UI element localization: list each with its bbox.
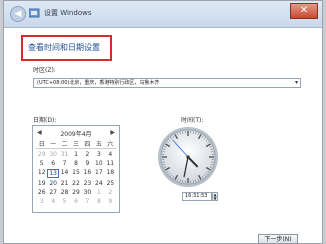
calendar-grid: 日一二三四五六 29 30 31 1 2 3 4 5 6 7 8 9 10 11 12 13 14 15 16 17 18… [36, 139, 116, 205]
calendar-day[interactable]: 1 [93, 189, 104, 196]
timezone-label: 时区(Z): [33, 67, 56, 74]
chevron-down-icon: ▾ [294, 79, 298, 86]
calendar-month[interactable]: 2009年4月 [33, 129, 119, 138]
time-label: 时间(T): [181, 117, 204, 124]
calendar-day[interactable]: 14 [59, 169, 70, 178]
calendar-day[interactable]: 21 [59, 180, 70, 187]
weekday-header: 六 [104, 139, 116, 149]
calendar-day[interactable]: 23 [82, 180, 93, 187]
calendar-day-selected[interactable]: 13 [47, 169, 59, 178]
weekday-header: 三 [70, 139, 82, 149]
window-title: 设置 Windows [44, 9, 92, 17]
calendar-day[interactable]: 25 [105, 180, 116, 187]
weekday-header: 二 [58, 139, 71, 149]
weekday-header: 四 [81, 139, 94, 149]
calendar-day[interactable]: 30 [82, 189, 93, 196]
timezone-value: (UTC+08:00)北京，重庆，香港特别行政区，乌鲁木齐 [37, 80, 160, 86]
calendar-day[interactable]: 28 [59, 189, 70, 196]
calendar-day[interactable]: 24 [93, 180, 104, 187]
calendar-day[interactable]: 15 [70, 169, 81, 178]
calendar-day[interactable]: 16 [82, 169, 93, 178]
time-input[interactable]: 16:31:53 [182, 192, 212, 201]
chevron-right-icon[interactable]: ▶ [110, 129, 115, 136]
calendar-day[interactable]: 8 [70, 160, 81, 167]
calendar-day[interactable]: 9 [105, 198, 116, 205]
calendar-day[interactable]: 5 [59, 198, 70, 205]
spin-arrows-icon[interactable]: ▲ ▼ [212, 192, 218, 201]
close-icon[interactable]: ✕ [290, 3, 318, 19]
calendar-day[interactable]: 29 [36, 151, 47, 158]
calendar-day[interactable]: 10 [93, 160, 104, 167]
timezone-select[interactable]: (UTC+08:00)北京，重庆，香港特别行政区，乌鲁木齐 ▾ [33, 78, 301, 88]
calendar-day[interactable]: 9 [82, 160, 93, 167]
calendar-day[interactable]: 17 [93, 169, 104, 178]
weekday-header: 五 [93, 139, 105, 149]
calendar-day[interactable]: 4 [105, 151, 116, 158]
weekday-header: 日 [36, 139, 48, 149]
calendar-day[interactable]: 1 [70, 151, 81, 158]
date-label: 日期(D): [33, 117, 57, 124]
calendar-day[interactable]: 3 [36, 198, 47, 205]
calendar-day[interactable]: 18 [105, 169, 116, 178]
calendar-day[interactable]: 29 [70, 189, 81, 196]
setup-window: ◀ 设置 Windows ✕ 查看时间和日期设置 时区(Z): (UTC+08:… [3, 0, 323, 244]
calendar-day[interactable]: 11 [105, 160, 116, 167]
calendar-day[interactable]: 7 [82, 198, 93, 205]
weekday-header: 一 [47, 139, 59, 149]
calendar-day[interactable]: 12 [36, 169, 47, 178]
calendar-day[interactable]: 26 [36, 189, 47, 196]
next-button[interactable]: 下一步(N) [258, 234, 298, 244]
calendar-day[interactable]: 2 [105, 189, 116, 196]
analog-clock-icon [158, 127, 218, 187]
calendar-day[interactable]: 3 [93, 151, 104, 158]
calendar-day[interactable]: 8 [93, 198, 104, 205]
calendar-day[interactable]: 27 [47, 189, 58, 196]
calendar-day[interactable]: 20 [47, 180, 58, 187]
calendar-day[interactable]: 22 [70, 180, 81, 187]
calendar-day[interactable]: 6 [70, 198, 81, 205]
date-calendar[interactable]: ◀ 2009年4月 ▶ 日一二三四五六 29 30 31 1 2 3 4 5 6 7 8 9 10 11 12… [32, 125, 120, 213]
calendar-day[interactable]: 7 [59, 160, 70, 167]
back-arrow-icon[interactable]: ◀ [10, 6, 26, 22]
calendar-day[interactable]: 6 [47, 160, 58, 167]
calendar-day[interactable]: 30 [47, 151, 58, 158]
title-bar: ◀ 设置 Windows ✕ [4, 1, 322, 28]
calendar-day[interactable]: 19 [36, 180, 47, 187]
calendar-day[interactable]: 5 [36, 160, 47, 167]
page-heading: 查看时间和日期设置 [28, 43, 100, 52]
calendar-day[interactable]: 4 [47, 198, 58, 205]
calendar-day[interactable]: 2 [82, 151, 93, 158]
windows-setup-icon [29, 8, 40, 18]
calendar-day[interactable]: 31 [59, 151, 70, 158]
